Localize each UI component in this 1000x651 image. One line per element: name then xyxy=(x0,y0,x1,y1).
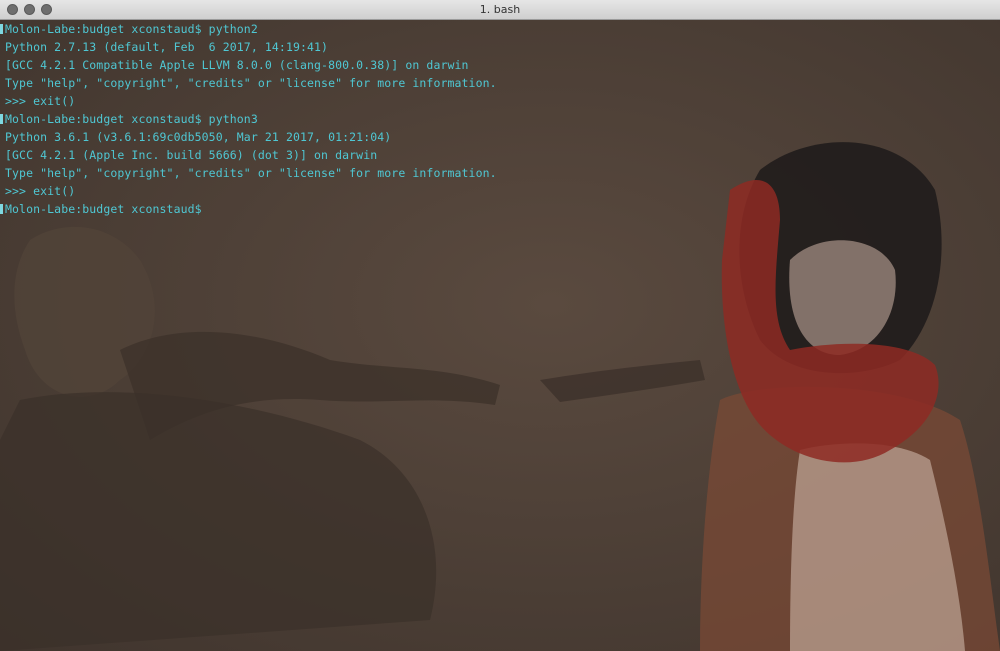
terminal-line: >>> exit() xyxy=(5,94,76,108)
terminal-line: Molon-Labe:budget xconstaud$ python2 xyxy=(5,22,258,36)
terminal-line: Python 3.6.1 (v3.6.1:69c0db5050, Mar 21 … xyxy=(5,130,392,144)
title-bar[interactable]: 1. bash xyxy=(0,0,1000,20)
window-title: 1. bash xyxy=(479,3,521,16)
terminal-window: 1. bash Molon-Labe:budget xconstaud$ pyt… xyxy=(0,0,1000,651)
terminal-output[interactable]: Molon-Labe:budget xconstaud$ python2 Pyt… xyxy=(0,20,1000,651)
terminal-line: Type "help", "copyright", "credits" or "… xyxy=(5,166,497,180)
terminal-line: >>> exit() xyxy=(5,184,76,198)
prompt-marker-icon xyxy=(0,114,3,124)
terminal-line: Python 2.7.13 (default, Feb 6 2017, 14:1… xyxy=(5,40,329,54)
terminal-line: [GCC 4.2.1 (Apple Inc. build 5666) (dot … xyxy=(5,148,378,162)
prompt-marker-icon xyxy=(0,204,3,214)
terminal-line: Molon-Labe:budget xconstaud$ python3 xyxy=(5,112,258,126)
terminal-line: [GCC 4.2.1 Compatible Apple LLVM 8.0.0 (… xyxy=(5,58,469,72)
terminal-prompt-line: Molon-Labe:budget xconstaud$ xyxy=(5,202,202,216)
prompt-marker-icon xyxy=(0,24,3,34)
terminal-line: Type "help", "copyright", "credits" or "… xyxy=(5,76,497,90)
